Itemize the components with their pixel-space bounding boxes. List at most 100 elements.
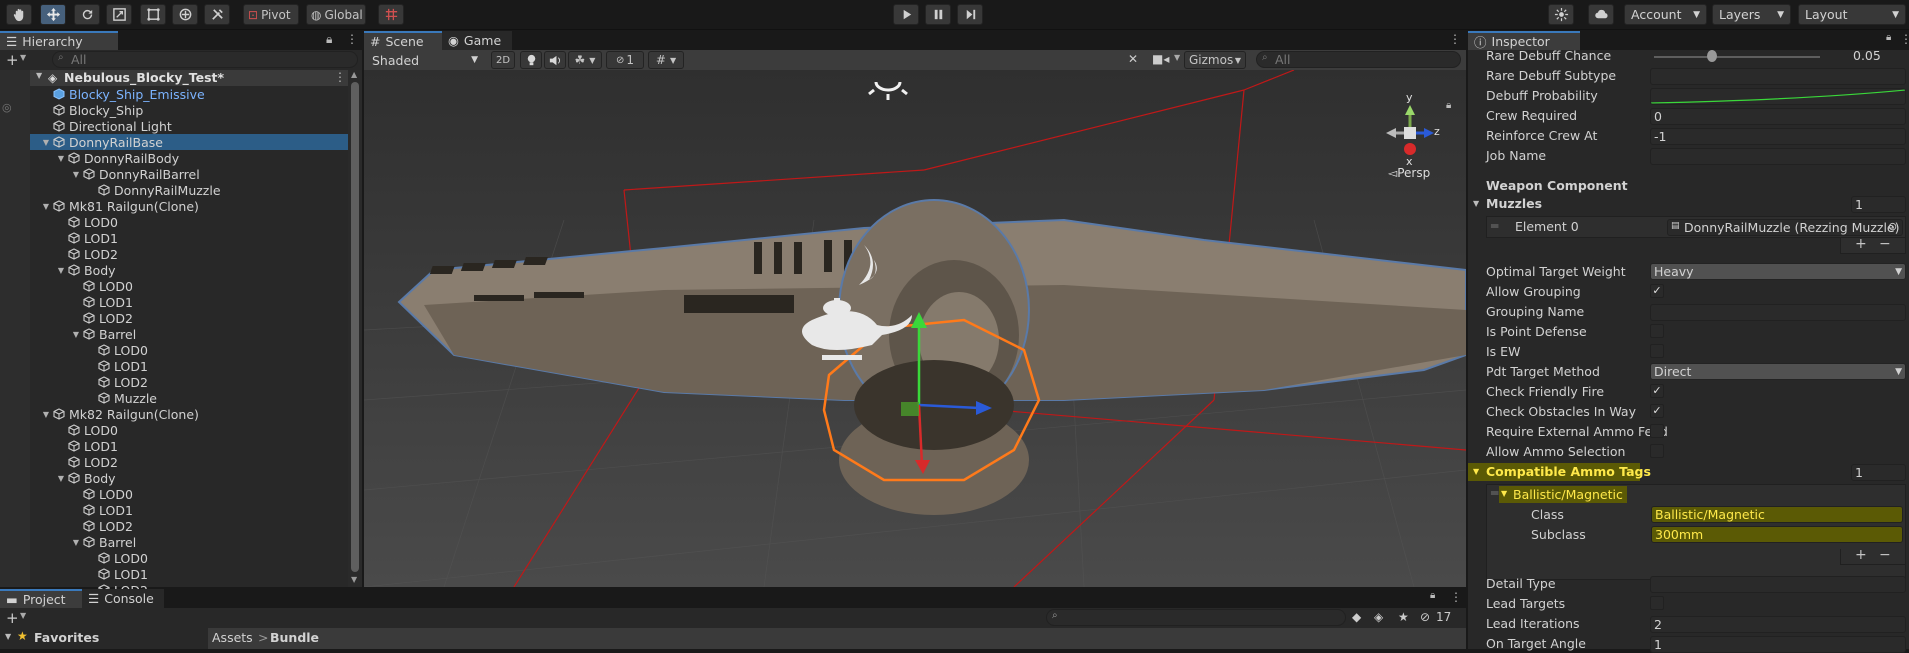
element0-object-field[interactable]: ▤ DonnyRailMuzzle (Rezzing Muzzle) ⊙ bbox=[1667, 219, 1903, 236]
hierarchy-item[interactable]: LOD1 bbox=[30, 358, 348, 374]
play-button[interactable] bbox=[893, 4, 919, 25]
shading-dropdown[interactable]: Shaded ▼ bbox=[366, 51, 484, 69]
audio-icon[interactable] bbox=[544, 51, 566, 69]
scene-root-row[interactable]: ▼ ◈ Nebulous_Blocky_Test* ⋮ bbox=[30, 70, 348, 86]
fold-arrow-icon[interactable]: ▼ bbox=[41, 410, 51, 419]
tab-console[interactable]: ☰ Console bbox=[82, 589, 164, 608]
require-ammo-checkbox[interactable] bbox=[1650, 424, 1664, 438]
account-dropdown[interactable]: Account ▼ bbox=[1624, 4, 1707, 25]
fold-arrow-icon[interactable]: ▼ bbox=[71, 170, 81, 179]
tab-hierarchy[interactable]: ☰ Hierarchy bbox=[0, 31, 118, 50]
step-button[interactable] bbox=[957, 4, 983, 25]
class-field[interactable]: Ballistic/Magnetic bbox=[1651, 506, 1903, 523]
hierarchy-item[interactable]: LOD2 bbox=[30, 374, 348, 390]
rare-debuff-subtype-field[interactable] bbox=[1650, 68, 1906, 85]
hierarchy-item[interactable]: LOD2 bbox=[30, 310, 348, 326]
fold-arrow-icon[interactable]: ▼ bbox=[1501, 489, 1507, 498]
fold-arrow-icon[interactable]: ▼ bbox=[71, 538, 81, 547]
2d-toggle[interactable]: 2D bbox=[491, 51, 515, 69]
hierarchy-item[interactable]: Directional Light bbox=[30, 118, 348, 134]
lock-icon[interactable]: 🔒︎ bbox=[1886, 32, 1891, 43]
global-toggle[interactable]: ◍ Global bbox=[306, 4, 366, 25]
hierarchy-item[interactable]: LOD0 bbox=[30, 342, 348, 358]
hierarchy-item[interactable]: LOD1 bbox=[30, 294, 348, 310]
favorites-row[interactable]: ▼ ★ Favorites bbox=[0, 628, 206, 649]
fold-arrow-icon[interactable]: ▼ bbox=[41, 138, 51, 147]
tab-game[interactable]: ◉ Game bbox=[442, 31, 512, 50]
hierarchy-item[interactable]: DonnyRailMuzzle bbox=[30, 182, 348, 198]
scene-viewport[interactable]: y z x 🔒︎ ◅Persp bbox=[364, 70, 1466, 587]
hierarchy-item[interactable]: ▼ Mk81 Railgun(Clone) bbox=[30, 198, 348, 214]
move-tool-icon[interactable] bbox=[40, 4, 66, 25]
drag-handle-icon[interactable]: ═ bbox=[1491, 219, 1498, 233]
subclass-field[interactable]: 300mm bbox=[1651, 526, 1903, 543]
scale-tool-icon[interactable] bbox=[106, 4, 132, 25]
camera-icon[interactable]: ■◂ bbox=[1152, 52, 1169, 66]
rotate-tool-icon[interactable] bbox=[74, 4, 100, 25]
hierarchy-item[interactable]: ▼ Body bbox=[30, 470, 348, 486]
add-icon[interactable]: + bbox=[6, 51, 19, 69]
ammo-tags-count-field[interactable]: 1 bbox=[1851, 464, 1906, 481]
hierarchy-item[interactable]: Blocky_Ship_Emissive bbox=[30, 86, 348, 102]
hierarchy-item[interactable]: LOD0 bbox=[30, 486, 348, 502]
check-obstacles-checkbox[interactable]: ✓ bbox=[1650, 404, 1664, 418]
hand-tool-icon[interactable] bbox=[6, 4, 32, 25]
is-ew-checkbox[interactable] bbox=[1650, 344, 1664, 358]
lock-icon[interactable]: 🔒︎ bbox=[1430, 590, 1435, 601]
grid-snap-icon[interactable] bbox=[378, 4, 404, 25]
job-name-field[interactable] bbox=[1650, 148, 1906, 165]
cloud-icon[interactable] bbox=[1588, 4, 1614, 25]
transform-tool-icon[interactable] bbox=[172, 4, 198, 25]
tools-icon[interactable]: ✕ bbox=[1128, 52, 1138, 66]
hierarchy-item[interactable]: LOD1 bbox=[30, 230, 348, 246]
hidden-objects-toggle[interactable]: ⊘ 1 bbox=[606, 51, 644, 69]
breadcrumb-assets[interactable]: Assets bbox=[212, 630, 253, 645]
detail-type-field[interactable] bbox=[1650, 576, 1906, 593]
fold-arrow-icon[interactable]: ▼ bbox=[71, 330, 81, 339]
scroll-up-icon[interactable]: ▲ bbox=[351, 70, 357, 79]
tab-project[interactable]: ▬ Project bbox=[0, 589, 82, 608]
fold-arrow-icon[interactable]: ▼ bbox=[36, 71, 42, 80]
crew-required-field[interactable]: 0 bbox=[1650, 108, 1906, 125]
eye-hidden-icon[interactable]: ⊘ bbox=[1420, 610, 1430, 624]
fold-arrow-icon[interactable]: ▼ bbox=[41, 202, 51, 211]
hierarchy-item[interactable]: ▼ DonnyRailBase bbox=[30, 134, 348, 150]
hierarchy-item[interactable]: LOD2 bbox=[30, 246, 348, 262]
drag-handle-icon[interactable]: ═ bbox=[1491, 486, 1498, 500]
object-picker-icon[interactable]: ⊙ bbox=[1888, 220, 1897, 233]
fold-arrow-icon[interactable]: ▼ bbox=[5, 632, 11, 641]
kebab-menu-icon[interactable]: ⋮ bbox=[334, 70, 346, 84]
kebab-menu-icon[interactable]: ⋮ bbox=[1449, 32, 1461, 46]
optimal-target-dropdown[interactable]: Heavy ▼ bbox=[1650, 263, 1906, 280]
allow-grouping-checkbox[interactable]: ✓ bbox=[1650, 284, 1664, 298]
scene-search-input[interactable]: ⌕ All bbox=[1256, 51, 1461, 68]
debuff-probability-curve[interactable] bbox=[1650, 88, 1906, 105]
chevron-down-icon[interactable]: ▼ bbox=[1174, 53, 1180, 62]
hierarchy-item[interactable]: Blocky_Ship bbox=[30, 102, 348, 118]
pivot-toggle[interactable]: ⊡ Pivot bbox=[243, 4, 299, 25]
rare-debuff-chance-value[interactable]: 0.05 bbox=[1853, 48, 1881, 63]
allow-ammo-checkbox[interactable] bbox=[1650, 444, 1664, 458]
breadcrumb-bundle[interactable]: Bundle bbox=[270, 630, 319, 645]
hierarchy-item[interactable]: ▼ DonnyRailBody bbox=[30, 150, 348, 166]
kebab-menu-icon[interactable]: ⋮ bbox=[1900, 32, 1909, 46]
scroll-down-icon[interactable]: ▼ bbox=[351, 575, 357, 584]
tab-scene[interactable]: # Scene bbox=[364, 31, 442, 50]
pause-button[interactable] bbox=[925, 4, 951, 25]
fold-arrow-icon[interactable]: ▼ bbox=[56, 266, 66, 275]
remove-icon[interactable]: − bbox=[1879, 547, 1891, 563]
chevron-down-icon[interactable]: ▼ bbox=[20, 53, 26, 62]
hierarchy-item[interactable]: ▼ Barrel bbox=[30, 326, 348, 342]
hierarchy-item[interactable]: LOD0 bbox=[30, 422, 348, 438]
hierarchy-item[interactable]: ▼ Mk82 Railgun(Clone) bbox=[30, 406, 348, 422]
add-icon[interactable]: + bbox=[6, 609, 19, 627]
orientation-gizmo[interactable]: y z x bbox=[1384, 91, 1444, 168]
persp-toggle[interactable]: ◅Persp bbox=[1388, 166, 1430, 180]
grid-dropdown[interactable]: # ▼ bbox=[648, 51, 684, 69]
on-target-angle-field[interactable]: 1 bbox=[1650, 636, 1906, 653]
slider-thumb[interactable] bbox=[1707, 50, 1718, 62]
lock-icon[interactable]: 🔒︎ bbox=[1446, 100, 1451, 111]
chevron-down-icon[interactable]: ▼ bbox=[20, 611, 26, 620]
kebab-menu-icon[interactable]: ⋮ bbox=[1450, 590, 1462, 604]
reinforce-crew-field[interactable]: -1 bbox=[1650, 128, 1906, 145]
